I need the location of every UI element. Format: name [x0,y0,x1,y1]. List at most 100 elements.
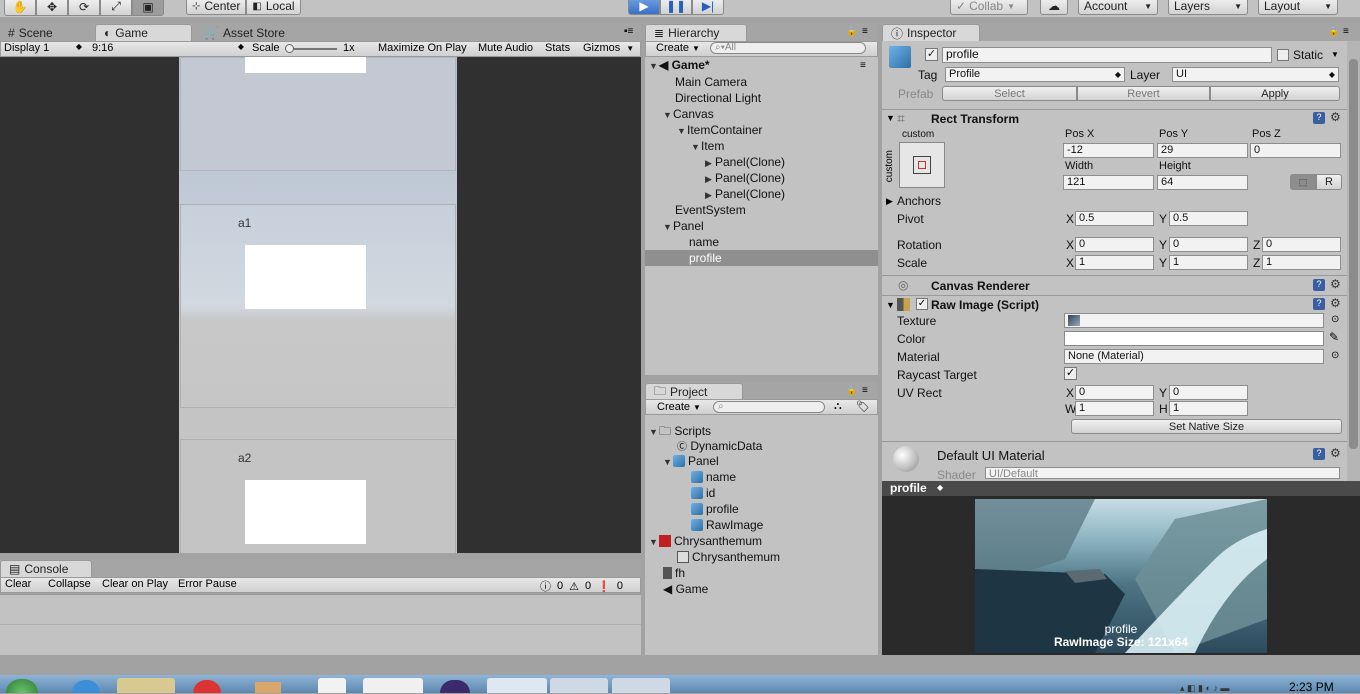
scale-slider-thumb[interactable] [285,44,294,53]
panel-menu-icon[interactable]: ▪≡ [624,26,633,37]
collapse-arrow-icon[interactable]: ▶ [705,190,715,201]
prefab-apply-button[interactable]: Apply [1210,86,1340,101]
tab-asset-store[interactable]: 🛒 Asset Store [196,24,293,41]
gear-icon[interactable]: ⚙ [1330,446,1341,460]
layout-dropdown[interactable]: Layout ▼ [1258,0,1338,15]
unity-taskbar-button[interactable] [363,678,423,693]
hierarchy-item[interactable]: ▶ Panel(Clone) [705,187,785,201]
help-icon[interactable]: ? [1313,279,1325,291]
expand-arrow-icon[interactable]: ▼ [886,113,895,123]
filter-by-type-icon[interactable]: ⛬ [834,400,842,413]
prefab-revert-button[interactable]: Revert [1077,86,1210,101]
paint-taskbar-button[interactable] [550,678,608,693]
height-field[interactable]: 64 [1157,175,1248,190]
expand-arrow-icon[interactable]: ▼ [663,222,673,232]
move-tool-icon[interactable]: ✥ [36,0,68,16]
hierarchy-item[interactable]: ▼Panel [663,219,704,233]
project-item[interactable]: name [691,470,736,484]
expand-arrow-icon[interactable]: ▼ [649,61,659,71]
collapse-arrow-icon[interactable]: ▶ [705,174,715,185]
play-button[interactable]: ▶ [628,0,660,15]
material-field[interactable]: None (Material) [1064,349,1324,364]
project-item[interactable]: ◀ Game [663,582,708,596]
raw-edit-button[interactable]: R [1316,174,1342,190]
error-icon[interactable]: ❗ [597,580,611,593]
lock-icon[interactable]: 🔒 [1328,26,1339,37]
mute-audio-toggle[interactable]: Mute Audio [478,42,533,54]
lock-icon[interactable]: 🔒 [846,385,857,396]
collab-dropdown[interactable]: ✓ Collab ▼ [950,0,1028,15]
hierarchy-item[interactable]: ▶ Panel(Clone) [705,171,785,185]
gear-icon[interactable]: ⚙ [1330,296,1341,310]
info-icon[interactable]: ⓘ [540,578,551,594]
hierarchy-item[interactable]: ▶ Panel(Clone) [705,155,785,169]
expand-arrow-icon[interactable]: ▼ [663,457,673,467]
gear-icon[interactable]: ⚙ [1330,110,1341,124]
panel-menu-icon[interactable]: ≡ [862,26,868,37]
static-checkbox[interactable] [1277,49,1289,61]
blueprint-mode-button[interactable]: ⬚ [1290,174,1316,190]
set-native-size-button[interactable]: Set Native Size [1071,419,1342,434]
project-item[interactable]: ▼ Chrysanthemum [649,534,762,548]
tab-game[interactable]: ◐ Game [95,24,192,41]
panel-menu-icon[interactable]: ≡ [862,385,868,396]
center-button[interactable]: ⊹ Center [186,0,247,15]
scale-z-field[interactable]: 1 [1262,255,1341,270]
hierarchy-item[interactable]: ▼Item [691,139,724,153]
gizmos-dropdown[interactable]: Gizmos ▼ [583,42,634,54]
scale-tool-icon[interactable]: ⤢ [100,0,132,16]
preview-header[interactable] [882,481,1360,496]
dropdown-arrow-icon[interactable]: ▼ [1331,50,1339,59]
eyedropper-icon[interactable]: ✎ [1329,330,1339,344]
local-button[interactable]: ◧ Local [246,0,301,15]
project-item[interactable]: Ⓒ DynamicData [677,438,762,453]
rotate-tool-icon[interactable]: ⟳ [68,0,100,16]
taskbar-app-icon[interactable] [255,682,281,693]
project-search-input[interactable]: ⌕ [713,401,825,413]
anchors-foldout[interactable]: Anchors [897,194,941,208]
uv-w-field[interactable]: 1 [1075,401,1154,416]
pos-y-field[interactable]: 29 [1157,143,1248,158]
expand-arrow-icon[interactable]: ▼ [663,110,673,120]
width-field[interactable]: 121 [1063,175,1154,190]
shader-dropdown[interactable]: UI/Default [985,467,1340,480]
scrollbar-thumb[interactable] [1349,59,1358,449]
hierarchy-create-dropdown[interactable]: Create ▼ [656,42,700,54]
filter-by-label-icon[interactable]: 🏷 [856,400,870,413]
raycast-target-checkbox[interactable]: ✓ [1064,367,1077,380]
hierarchy-item[interactable]: name [689,235,719,249]
search-taskbar-button[interactable] [612,678,670,693]
warning-icon[interactable]: ⚠ [569,580,579,593]
account-dropdown[interactable]: Account ▼ [1078,0,1158,15]
help-icon[interactable]: ? [1313,448,1325,460]
maximize-on-play-toggle[interactable]: Maximize On Play [378,42,467,54]
expand-arrow-icon[interactable]: ▼ [691,142,701,152]
scale-x-field[interactable]: 1 [1075,255,1154,270]
object-picker-icon[interactable]: ⊙ [1331,314,1339,325]
help-icon[interactable]: ? [1313,298,1325,310]
pause-button[interactable]: ❚❚ [660,0,692,15]
rotation-z-field[interactable]: 0 [1262,237,1341,252]
anchor-preset-button[interactable] [899,142,945,188]
hierarchy-item[interactable]: Directional Light [675,91,761,105]
help-icon[interactable]: ? [1313,112,1325,124]
layer-dropdown[interactable]: UI ◆ [1172,67,1339,82]
hierarchy-item[interactable]: EventSystem [675,203,746,217]
panel-menu-icon[interactable]: ≡ [860,60,866,71]
tab-scene[interactable]: # Scene [0,24,61,41]
project-item[interactable]: id [691,486,715,500]
pivot-y-field[interactable]: 0.5 [1169,211,1248,226]
hierarchy-item[interactable]: ▼Canvas [663,107,714,121]
uv-h-field[interactable]: 1 [1169,401,1248,416]
uv-x-field[interactable]: 0 [1075,385,1154,400]
raw-image-enabled-checkbox[interactable]: ✓ [916,298,928,310]
expand-arrow-icon[interactable]: ▼ [649,537,659,547]
scene-root[interactable]: ▼◀ Game* [649,58,710,72]
pos-x-field[interactable]: -12 [1063,143,1154,158]
tab-console[interactable]: ▤ Console [0,560,92,577]
prefab-select-button[interactable]: Select [942,86,1077,101]
tag-dropdown[interactable]: Profile ◆ [945,67,1125,82]
tab-inspector[interactable]: ⓘ Inspector [882,24,980,41]
console-clear-on-play-button[interactable]: Clear on Play [102,578,168,590]
lock-icon[interactable]: 🔒 [846,26,857,37]
